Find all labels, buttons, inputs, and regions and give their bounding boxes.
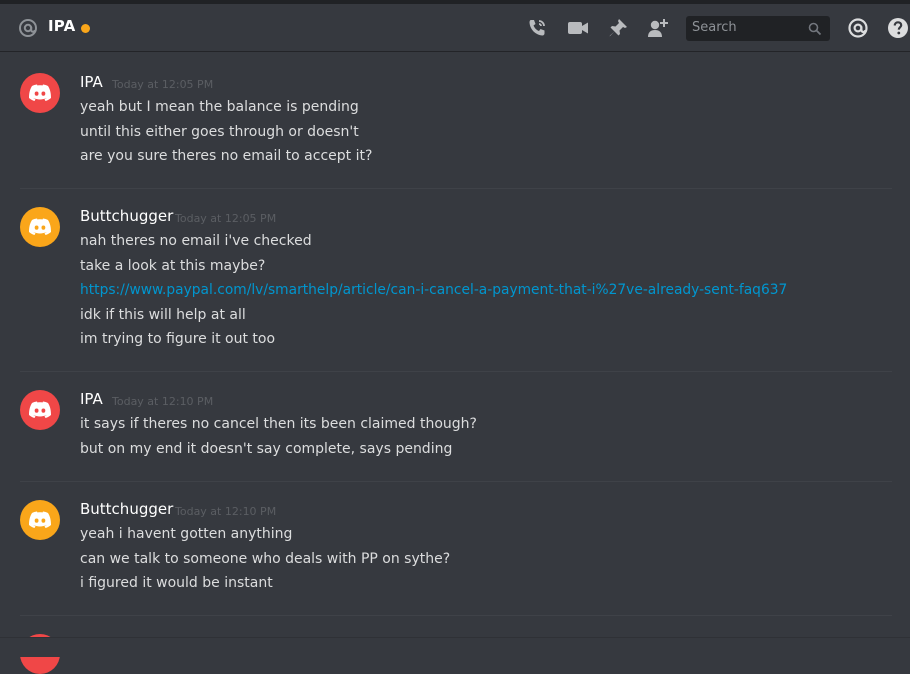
add-friend-icon[interactable] [647,17,669,39]
message-line: but on my end it doesn't say complete, s… [80,441,453,457]
message-author[interactable]: Buttchugger [80,500,173,518]
message-line: until this either goes through or doesn'… [80,124,359,140]
mention-icon[interactable] [847,17,869,39]
avatar[interactable] [20,500,60,540]
message-timestamp: Today at 12:05 PM [175,212,277,225]
message-line: idk if this will help at all [80,307,246,323]
message-line: take a look at this maybe? [80,258,266,274]
message-timestamp: Today at 12:05 PM [112,78,214,91]
search-placeholder: Search [692,20,737,35]
message-line: yeah but I mean the balance is pending [80,99,359,115]
avatar[interactable] [20,207,60,247]
message-divider [20,188,892,189]
discord-logo-icon [29,511,51,528]
discord-logo-icon [29,401,51,418]
message-line: i figured it would be instant [80,575,273,591]
message-line: it says if theres no cancel then its bee… [80,416,477,432]
avatar[interactable] [20,390,60,430]
search-icon [808,21,822,36]
composer-area [0,638,910,657]
message-line: im trying to figure it out too [80,331,276,347]
avatar[interactable] [20,73,60,113]
message-line: nah theres no email i've checked [80,233,312,249]
message-author[interactable]: Buttchugger [80,207,173,225]
discord-logo-icon [29,84,51,101]
message-link[interactable]: https://www.paypal.com/lv/smarthelp/arti… [80,282,787,298]
message-timestamp: Today at 12:10 PM [112,395,214,408]
message-line: are you sure theres no email to accept i… [80,148,373,164]
message-divider [20,481,892,482]
search-bar[interactable]: Search [686,16,830,41]
channel-header: IPA Search [0,4,910,52]
channel-name: IPA [48,17,76,35]
message-timestamp: Today at 12:10 PM [175,505,277,518]
message-group: Buttchugger Today at 12:05 PM nah theres… [20,207,892,357]
video-icon[interactable] [567,17,589,39]
message-divider [20,371,892,372]
message-group: IPA Today at 12:05 PM yeah but I mean th… [20,73,892,173]
online-status-dot [81,24,90,33]
discord-logo-icon [29,218,51,235]
help-icon[interactable] [887,17,909,39]
message-divider [20,615,892,616]
message-group: Buttchugger Today at 12:10 PM yeah i hav… [20,500,892,600]
at-icon [18,18,38,38]
message-line: yeah i havent gotten anything [80,526,293,542]
pin-icon[interactable] [607,17,629,39]
message-author[interactable]: IPA [80,73,103,91]
message-line: can we talk to someone who deals with PP… [80,551,451,567]
call-icon[interactable] [526,17,548,39]
message-author[interactable]: IPA [80,390,103,408]
message-group: IPA Today at 12:10 PM it says if theres … [20,390,892,470]
